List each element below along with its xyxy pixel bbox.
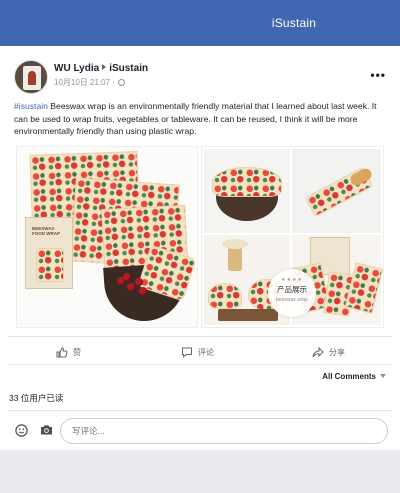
page-background [0, 450, 400, 493]
share-arrow-icon [312, 346, 324, 357]
author-name[interactable]: WU Lydia [54, 63, 99, 74]
comment-composer [0, 415, 400, 447]
comment-button[interactable]: 评论 [181, 341, 214, 363]
post-timestamp[interactable]: 10月10日 21:07 · [54, 78, 115, 87]
group-name[interactable]: iSustain [109, 63, 148, 74]
package-label: BEESWAX FOOD WRAP [32, 226, 60, 236]
share-button[interactable]: 分享 [312, 341, 345, 363]
all-comments-dropdown[interactable]: All Comments [322, 372, 386, 381]
seen-count: 33 位用户已读 [9, 393, 64, 403]
badge-subtitle: beeswax wrap [276, 297, 308, 303]
action-bar: 赞 评论 分享 [0, 341, 400, 363]
like-button[interactable]: 赞 [56, 341, 81, 363]
post-text: #isustain Beeswax wrap is an environment… [14, 100, 388, 138]
hashtag-link[interactable]: #isustain [14, 101, 48, 111]
comment-icon [182, 347, 192, 358]
more-options-button[interactable]: ••• [370, 68, 386, 82]
thumbs-up-icon [56, 346, 68, 357]
divider [8, 364, 392, 365]
post-photo-left[interactable]: BEESWAX FOOD WRAP [16, 146, 198, 328]
photo-tile [292, 149, 381, 233]
caret-down-icon [380, 374, 386, 378]
package-image: BEESWAX FOOD WRAP [25, 217, 73, 289]
divider [8, 336, 392, 337]
wrap-cover-image [212, 167, 282, 197]
emoji-icon[interactable] [15, 424, 28, 437]
app-title: iSustain [271, 16, 317, 30]
rating-stars: ★★★★ [281, 277, 303, 283]
globe-icon [117, 79, 125, 86]
cherry-image [123, 273, 131, 281]
package-wrap-image [36, 248, 64, 282]
flowers-image [222, 239, 248, 249]
camera-icon[interactable] [40, 424, 53, 436]
photo-tile [204, 149, 290, 233]
post-header: WU Lydia iSustain 10月10日 21:07 · ••• [14, 60, 390, 94]
post-meta: 10月10日 21:07 · [54, 77, 125, 88]
top-app-bar: iSustain [0, 0, 400, 46]
cherry-image [139, 287, 147, 295]
post-body: Beeswax wrap is an environmentally frien… [14, 101, 377, 136]
triangle-right-icon [102, 64, 107, 70]
post-card: WU Lydia iSustain 10月10日 21:07 · ••• #isu… [0, 46, 400, 450]
wrap-sheet-image [344, 262, 383, 314]
cherry-image [135, 278, 143, 286]
all-comments-label: All Comments [322, 372, 376, 381]
divider [8, 410, 392, 411]
cherry-image [127, 283, 135, 291]
badge-title: 产品展示 [277, 285, 307, 294]
share-label: 分享 [329, 347, 345, 357]
product-showcase-badge: ★★★★ 产品展示 beeswax wrap [268, 269, 316, 317]
wrapped-bowl-image [208, 283, 242, 309]
author-line: WU Lydia iSustain [54, 63, 148, 74]
comment-label: 评论 [198, 347, 214, 357]
like-label: 赞 [73, 347, 81, 357]
table-image [218, 309, 278, 321]
avatar[interactable] [14, 60, 48, 94]
comment-input[interactable] [60, 418, 388, 444]
